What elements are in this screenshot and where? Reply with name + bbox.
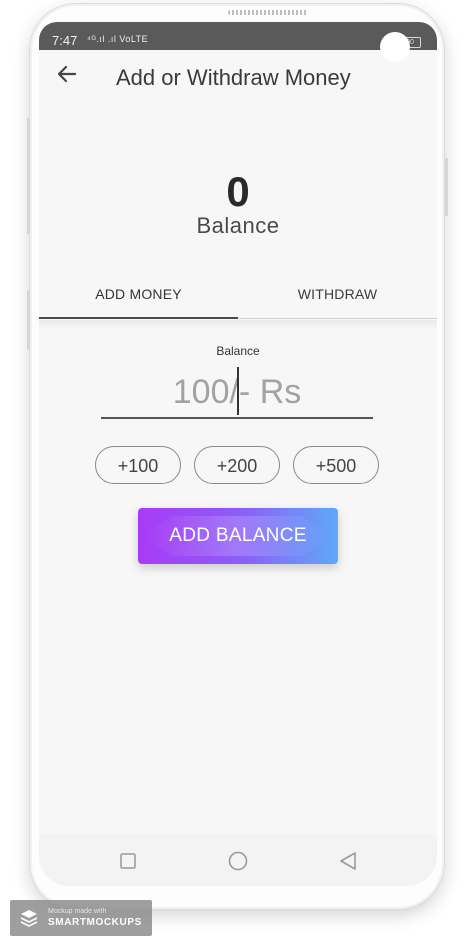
home-icon[interactable] [227,850,249,872]
add-balance-button[interactable]: ADD BALANCE [138,508,338,564]
quick-amount-row: +100 +200 +500 [39,446,437,486]
layers-icon [20,910,38,927]
volume-button [27,118,30,234]
status-time: 7:47 [52,33,78,48]
tab-withdraw[interactable]: WITHDRAW [238,286,437,302]
add-balance-label: ADD BALANCE [169,525,307,546]
quick-amount-500-button[interactable]: +500 [293,446,379,484]
recent-apps-icon[interactable] [117,850,139,872]
balance-amount: 0 [226,168,250,215]
arrow-left-icon[interactable] [55,62,79,86]
back-triangle-icon[interactable] [337,850,359,872]
bixby-button [27,290,30,350]
tab-add-money[interactable]: ADD MONEY [39,286,238,302]
quick-amount-200-button[interactable]: +200 [194,446,280,484]
amount-field-label: Balance [216,344,260,358]
watermark-brand: SMARTMOCKUPS [48,917,142,928]
signal-icon: ⁴ᴳ.ıl .ıl VoLTE [87,34,149,44]
earpiece-speaker [228,10,308,15]
smartmockups-watermark: Mockup made with SMARTMOCKUPS [10,900,152,936]
watermark-caption: Mockup made with [48,908,107,915]
status-bar: 7:47 ⁴ᴳ.ıl .ıl VoLTE 90 [39,22,437,50]
navigation-bar [39,834,437,886]
text-cursor [237,367,239,415]
tab-indicator [39,317,238,319]
balance-label: Balance [196,213,280,238]
tab-bar: ADD MONEY WITHDRAW [39,272,437,320]
quick-amount-100-button[interactable]: +100 [95,446,181,484]
power-button [445,158,448,216]
page-title: Add or Withdraw Money [116,65,351,90]
tab-divider [238,318,437,319]
app-screen: 7:47 ⁴ᴳ.ıl .ıl VoLTE 90 Add or Withdraw … [39,22,437,886]
tab-shadow [39,320,437,328]
